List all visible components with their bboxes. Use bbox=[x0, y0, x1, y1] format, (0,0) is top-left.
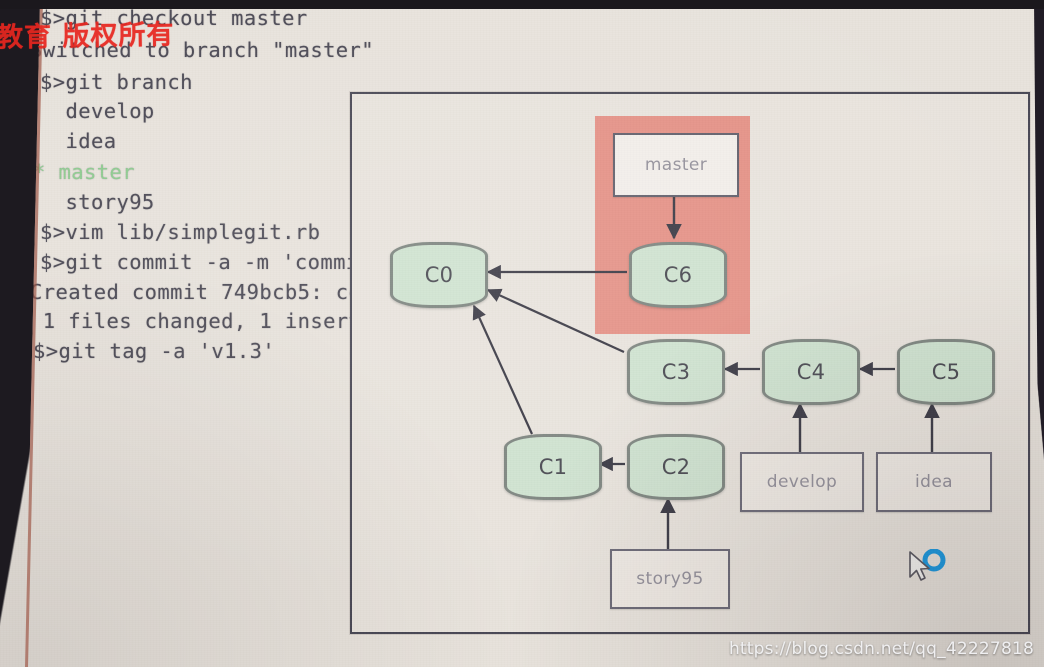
red-watermark: 教育 版权所有 bbox=[0, 19, 175, 54]
terminal-line: idea bbox=[40, 129, 117, 153]
branch-label-idea[interactable]: idea bbox=[876, 452, 992, 512]
git-graph-panel: C0 C6 C3 C4 C5 C1 C2 master develop idea story95 bbox=[350, 92, 1030, 634]
terminal-line: $>vim lib/simplegit.rb bbox=[40, 220, 321, 244]
commit-node-c4[interactable]: C4 bbox=[762, 339, 860, 405]
commit-node-c5[interactable]: C5 bbox=[897, 339, 995, 405]
monitor-photo: $>git checkout master Switched to branch … bbox=[0, 0, 1044, 667]
terminal-line: $>git tag -a 'v1.3' bbox=[33, 339, 276, 363]
branch-label-story95[interactable]: story95 bbox=[610, 549, 730, 609]
terminal-line: * master bbox=[33, 160, 135, 184]
mouse-cursor-busy bbox=[909, 549, 946, 581]
terminal-line: $>git branch bbox=[40, 70, 193, 94]
terminal-line: story95 bbox=[40, 190, 155, 214]
branch-label-master[interactable]: master bbox=[613, 133, 739, 197]
commit-node-c2[interactable]: C2 bbox=[627, 434, 725, 500]
monitor-bezel-top bbox=[0, 0, 1044, 9]
commit-node-c6[interactable]: C6 bbox=[629, 242, 727, 308]
commit-node-c1[interactable]: C1 bbox=[504, 434, 602, 500]
terminal-line: develop bbox=[40, 99, 155, 123]
branch-label-develop[interactable]: develop bbox=[740, 452, 864, 512]
url-watermark: https://blog.csdn.net/qq_42227818 bbox=[728, 639, 1034, 659]
commit-node-c3[interactable]: C3 bbox=[627, 339, 725, 405]
commit-node-c0[interactable]: C0 bbox=[390, 242, 488, 308]
